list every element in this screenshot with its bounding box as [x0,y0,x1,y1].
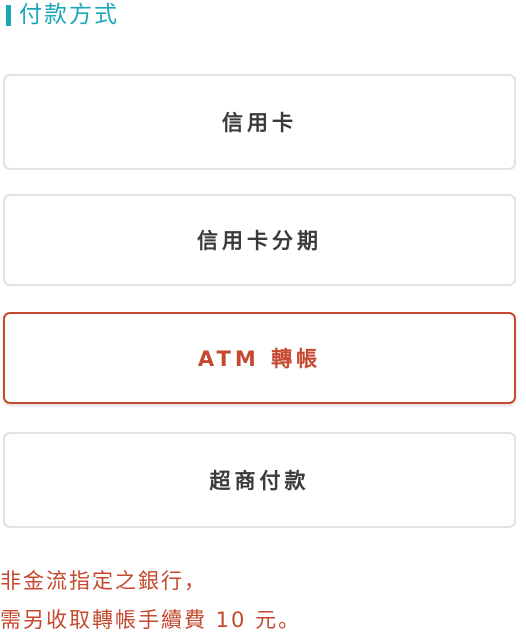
payment-option-label: 信用卡分期 [197,229,322,253]
section-title: 付款方式 [19,2,119,28]
payment-option-label: 信用卡 [222,111,297,135]
payment-option-label: ATM 轉帳 [197,347,322,371]
payment-option-convenience-store[interactable]: 超商付款 [3,432,516,528]
note-line-1: 非金流指定之銀行， [0,569,207,593]
payment-option-credit-card[interactable]: 信用卡 [3,74,516,170]
payment-option-label: 超商付款 [209,469,310,493]
note-line-2: 需另收取轉帳手續費 10 元。 [0,608,302,632]
transfer-fee-note: 非金流指定之銀行， 需另收取轉帳手續費 10 元。 [0,562,520,640]
payment-option-atm-transfer[interactable]: ATM 轉帳 [3,312,516,404]
section-header: 付款方式 [6,0,119,30]
section-accent-bar [6,4,11,26]
payment-option-credit-card-installment[interactable]: 信用卡分期 [3,194,516,286]
